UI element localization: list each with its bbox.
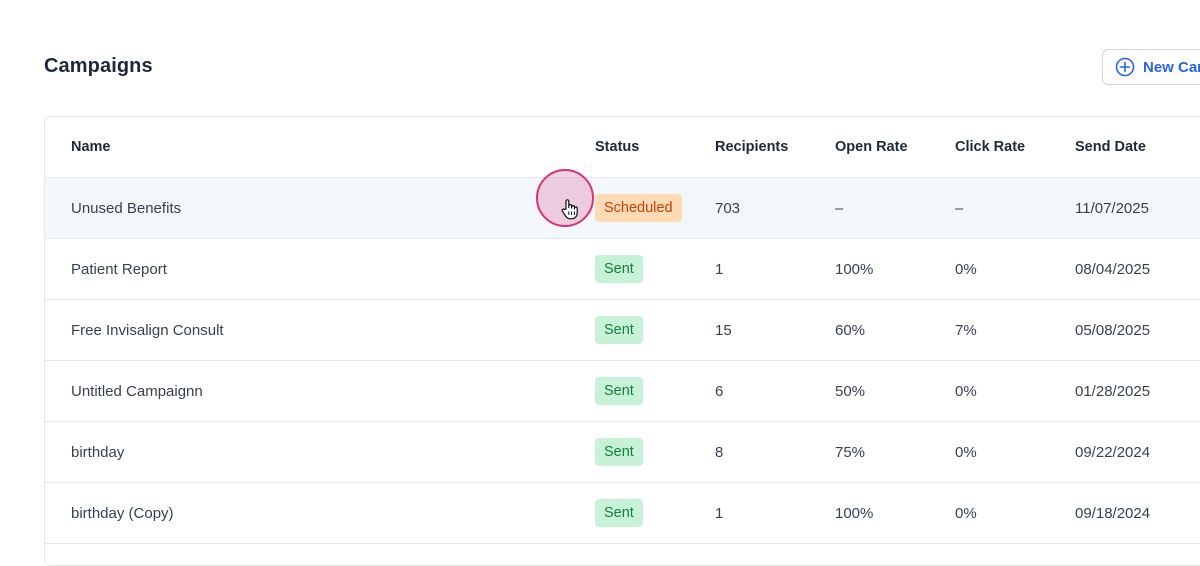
click-rate: 0% <box>955 382 977 400</box>
status-badge: Sent <box>595 499 643 527</box>
recipients-count: 1 <box>715 504 724 522</box>
status-badge: Sent <box>595 377 643 405</box>
recipients-count: 1 <box>715 260 724 278</box>
column-header-open-rate[interactable]: Open Rate <box>835 117 908 177</box>
table-row[interactable]: Unused Benefits Scheduled 703 – – 11/07/… <box>45 178 1200 239</box>
recipients-count: 6 <box>715 382 724 400</box>
campaign-name: birthday (Copy) <box>71 504 174 522</box>
status-badge: Sent <box>595 255 643 283</box>
click-rate: – <box>955 199 964 217</box>
plus-circle-icon <box>1115 57 1135 77</box>
recipients-count: 8 <box>715 443 724 461</box>
column-header-recipients[interactable]: Recipients <box>715 117 788 177</box>
send-date: 08/04/2025 <box>1075 260 1151 278</box>
status-badge: Sent <box>595 316 643 344</box>
recipients-count: 15 <box>715 321 732 339</box>
table-row[interactable]: Untitled Campaignn Sent 6 50% 0% 01/28/2… <box>45 361 1200 422</box>
click-rate: 0% <box>955 504 977 522</box>
send-date: 11/07/2025 <box>1075 199 1149 217</box>
campaign-name: Unused Benefits <box>71 199 182 217</box>
campaign-name: Free Invisalign Consult <box>71 321 224 339</box>
open-rate: 60% <box>835 321 866 339</box>
open-rate: 75% <box>835 443 866 461</box>
send-date: 09/18/2024 <box>1075 504 1151 522</box>
send-date: 05/08/2025 <box>1075 321 1151 339</box>
hand-pointer-icon <box>561 199 578 220</box>
column-header-click-rate[interactable]: Click Rate <box>955 117 1025 177</box>
status-badge: Sent <box>595 438 643 466</box>
new-campaign-button[interactable]: New Campaign <box>1102 49 1200 85</box>
recipients-count: 703 <box>715 199 741 217</box>
new-campaign-label: New Campaign <box>1143 58 1200 76</box>
table-row[interactable]: Patient Report Sent 1 100% 0% 08/04/2025 <box>45 239 1200 300</box>
column-header-name[interactable]: Name <box>71 117 111 177</box>
open-rate: 50% <box>835 382 866 400</box>
open-rate: 100% <box>835 260 874 278</box>
column-header-send-date[interactable]: Send Date <box>1075 117 1146 177</box>
click-rate: 0% <box>955 260 977 278</box>
campaign-name: Untitled Campaignn <box>71 382 203 400</box>
campaigns-table: Name Status Recipients Open Rate Click R… <box>44 116 1200 566</box>
send-date: 01/28/2025 <box>1075 382 1151 400</box>
table-header: Name Status Recipients Open Rate Click R… <box>45 117 1200 178</box>
table-row[interactable]: Free Invisalign Consult Sent 15 60% 7% 0… <box>45 300 1200 361</box>
table-row[interactable]: birthday Sent 8 75% 0% 09/22/2024 <box>45 422 1200 483</box>
campaign-name: birthday <box>71 443 125 461</box>
table-row[interactable]: birthday (Copy) Sent 1 100% 0% 09/18/202… <box>45 483 1200 544</box>
click-rate: 7% <box>955 321 977 339</box>
status-badge: Scheduled <box>595 194 682 222</box>
campaign-name: Patient Report <box>71 260 167 278</box>
open-rate: – <box>835 199 844 217</box>
open-rate: 100% <box>835 504 874 522</box>
click-rate: 0% <box>955 443 977 461</box>
send-date: 09/22/2024 <box>1075 443 1151 461</box>
page-title: Campaigns <box>44 55 153 77</box>
column-header-status[interactable]: Status <box>595 117 639 177</box>
